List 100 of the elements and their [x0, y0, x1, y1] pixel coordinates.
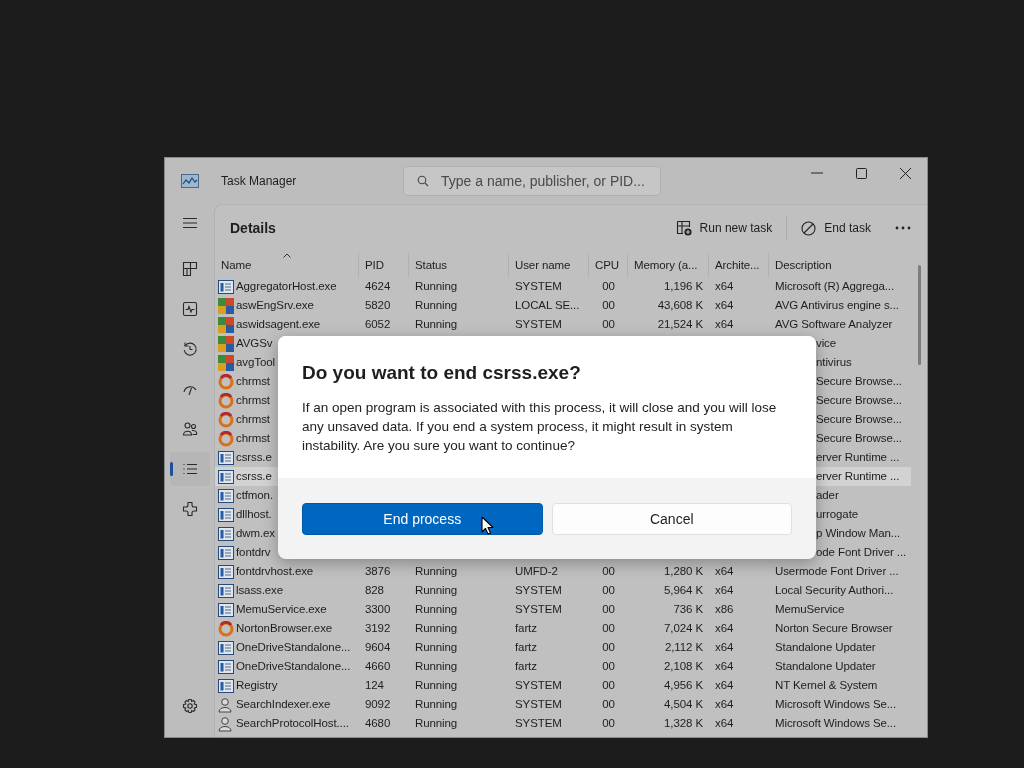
- process-name: fontdrv: [236, 545, 271, 560]
- table-cell-text: 00: [601, 298, 616, 313]
- process-name: chrmst: [236, 374, 270, 389]
- table-cell-text: x64: [714, 317, 735, 332]
- table-cell-text: 1,328 K: [663, 716, 704, 731]
- table-cell-text: Standalone Updater: [774, 640, 877, 655]
- table-cell-text: 00: [601, 279, 616, 294]
- process-name: fontdrvhost.exe: [236, 564, 314, 579]
- table-cell-text: MemuService: [774, 602, 846, 617]
- table-cell-text: Running: [414, 697, 459, 712]
- table-cell-text: 4624: [364, 279, 392, 294]
- table-cell-text: SYSTEM: [514, 697, 563, 712]
- process-name: lsass.exe: [236, 583, 284, 598]
- table-cell-text: Running: [414, 716, 459, 731]
- process-name: aswidsagent.exe: [236, 317, 321, 332]
- table-cell-text: fartz: [514, 621, 538, 636]
- table-cell-text: fartz: [514, 640, 538, 655]
- table-cell-text: Running: [414, 640, 459, 655]
- window-title: Task Manager: [221, 174, 297, 188]
- table-cell-text: 2,112 K: [663, 640, 704, 655]
- table-cell-text: Local Security Authori...: [774, 583, 895, 598]
- table-cell-text: 736 K: [672, 602, 704, 617]
- table-cell-text: 00: [601, 716, 616, 731]
- table-cell-text: x64: [714, 678, 735, 693]
- table-cell-text: Running: [414, 583, 459, 598]
- table-cell-text: ader: [815, 488, 840, 503]
- table-cell-text: 124: [364, 678, 385, 693]
- table-cell-text: Secure Browse...: [815, 374, 903, 389]
- table-cell-text: 00: [601, 602, 616, 617]
- table-cell-text: Microsoft Windows Se...: [774, 697, 898, 712]
- table-cell-text: Running: [414, 659, 459, 674]
- table-cell-text: 43,608 K: [656, 298, 704, 313]
- table-cell-text: x64: [714, 564, 735, 579]
- table-cell-text: 4660: [364, 659, 392, 674]
- table-cell-text: Running: [414, 678, 459, 693]
- process-name: Registry: [236, 678, 278, 693]
- table-cell-text: p Window Man...: [815, 526, 902, 541]
- table-cell-text: UMFD-2: [514, 564, 559, 579]
- table-cell-text: 828: [364, 583, 385, 598]
- process-name: chrmst: [236, 431, 270, 446]
- table-cell-text: 9604: [364, 640, 392, 655]
- dialog-title: Do you want to end csrss.exe?: [302, 362, 582, 384]
- table-cell-text: AVG Software Analyzer: [774, 317, 894, 332]
- table-cell-text: 4,956 K: [663, 678, 704, 693]
- table-cell-text: x64: [714, 621, 735, 636]
- table-cell-text: ode Font Driver ...: [815, 545, 908, 560]
- table-cell-text: SYSTEM: [514, 678, 563, 693]
- table-cell-text: SYSTEM: [514, 716, 563, 731]
- process-name: AggregatorHost.exe: [236, 279, 337, 294]
- process-name: dwm.ex: [236, 526, 276, 541]
- table-cell-text: Running: [414, 621, 459, 636]
- process-name: csrss.e: [236, 469, 272, 484]
- process-name: avgTool: [236, 355, 275, 370]
- table-cell-text: Secure Browse...: [815, 412, 903, 427]
- table-cell-text: x86: [714, 602, 735, 617]
- table-cell-text: ntivirus: [815, 355, 853, 370]
- table-cell-text: 2,108 K: [663, 659, 704, 674]
- process-name: chrmst: [236, 412, 270, 427]
- table-cell-text: Standalone Updater: [774, 659, 877, 674]
- table-cell-text: Norton Secure Browser: [774, 621, 894, 636]
- table-cell-text: 5,964 K: [663, 583, 704, 598]
- table-cell-text: x64: [714, 640, 735, 655]
- table-cell-text: SYSTEM: [514, 583, 563, 598]
- table-cell-text: x64: [714, 298, 735, 313]
- table-cell-text: x64: [714, 697, 735, 712]
- page-title: Details: [230, 220, 277, 236]
- table-cell-text: Running: [414, 279, 459, 294]
- table-cell-text: NT Kernel & System: [774, 678, 879, 693]
- table-cell-text: 1,280 K: [663, 564, 704, 579]
- table-cell-text: 3876: [364, 564, 392, 579]
- table-cell-text: urrogate: [815, 507, 860, 522]
- table-cell-text: 00: [601, 678, 616, 693]
- table-cell-text: SYSTEM: [514, 279, 563, 294]
- process-name: NortonBrowser.exe: [236, 621, 333, 636]
- table-cell-text: 1,196 K: [663, 279, 704, 294]
- table-cell-text: Running: [414, 564, 459, 579]
- table-cell-text: 6052: [364, 317, 392, 332]
- table-cell-text: x64: [714, 279, 735, 294]
- table-cell-text: Running: [414, 602, 459, 617]
- table-cell-text: 21,524 K: [656, 317, 704, 332]
- table-cell-text: 3192: [364, 621, 392, 636]
- table-cell-text: 00: [601, 697, 616, 712]
- dialog-message: If an open program is associated with this process, it will close and you will lose any unsaved data. If you end a system process, it might result in system instability. Are you sure you want to continue?: [302, 399, 778, 455]
- table-cell-text: 5820: [364, 298, 392, 313]
- table-cell-text: 3300: [364, 602, 392, 617]
- process-name: SearchProtocolHost....: [236, 716, 349, 731]
- process-name: csrss.e: [236, 450, 272, 465]
- table-cell-text: 4,504 K: [663, 697, 704, 712]
- process-name: SearchIndexer.exe: [236, 697, 331, 712]
- process-name: aswEngSrv.exe: [236, 298, 314, 313]
- table-cell-text: LOCAL SE...: [514, 298, 581, 313]
- table-cell-text: erver Runtime ...: [815, 450, 901, 465]
- table-cell-text: 9092: [364, 697, 392, 712]
- table-cell-text: 7,024 K: [663, 621, 704, 636]
- table-cell-text: x64: [714, 659, 735, 674]
- table-cell-text: 00: [601, 583, 616, 598]
- process-name: ctfmon.: [236, 488, 273, 503]
- table-cell-text: AVG Antivirus engine s...: [774, 298, 900, 313]
- table-cell-text: Microsoft Windows Se...: [774, 716, 898, 731]
- table-cell-text: Microsoft (R) Aggrega...: [774, 279, 896, 294]
